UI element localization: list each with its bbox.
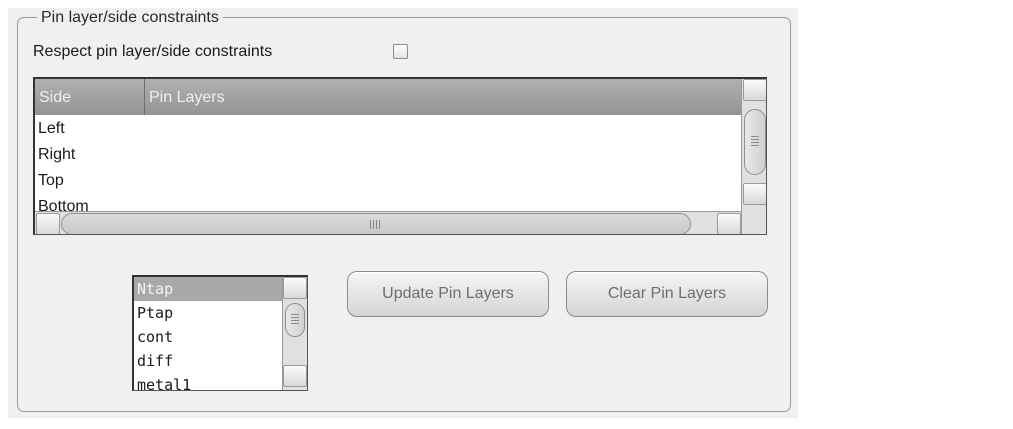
scroll-right-button[interactable] xyxy=(717,213,741,234)
scroll-thumb[interactable] xyxy=(744,109,766,175)
table-vertical-scrollbar[interactable] xyxy=(741,79,766,234)
scroll-left-button[interactable] xyxy=(36,213,60,234)
list-item[interactable]: metal1 xyxy=(134,373,282,390)
table-row[interactable]: Right xyxy=(38,145,75,165)
grip-icon xyxy=(751,136,759,148)
clear-pin-layers-button[interactable]: Clear Pin Layers xyxy=(566,271,768,317)
scroll-down-button[interactable] xyxy=(283,365,307,387)
list-item[interactable]: Ntap xyxy=(134,277,282,301)
table-row[interactable]: Left xyxy=(38,119,65,139)
table-horizontal-scrollbar[interactable] xyxy=(35,211,741,234)
list-item[interactable]: Ptap xyxy=(134,301,282,325)
layer-list-scrollbar[interactable] xyxy=(282,277,307,390)
list-item[interactable]: cont xyxy=(134,325,282,349)
respect-constraints-checkbox[interactable] xyxy=(393,44,408,59)
table-header: Side Pin Layers xyxy=(35,79,741,115)
scroll-up-button[interactable] xyxy=(743,79,766,101)
scroll-thumb[interactable] xyxy=(61,213,691,234)
scroll-up-button[interactable] xyxy=(283,277,307,299)
grip-icon xyxy=(291,314,299,325)
column-header-side[interactable]: Side xyxy=(35,79,145,115)
scroll-down-button[interactable] xyxy=(743,183,766,205)
group-title: Pin layer/side constraints xyxy=(37,8,223,28)
scroll-thumb[interactable] xyxy=(285,303,305,337)
table-row[interactable]: Top xyxy=(38,171,64,191)
column-header-pin-layers[interactable]: Pin Layers xyxy=(145,79,741,115)
layer-list[interactable]: Ntap Ptap cont diff metal1 xyxy=(132,275,308,391)
grip-icon xyxy=(370,220,382,229)
list-item[interactable]: diff xyxy=(134,349,282,373)
update-pin-layers-button[interactable]: Update Pin Layers xyxy=(347,271,549,317)
pin-layers-table: Side Pin Layers Left Right Top Bottom xyxy=(33,77,767,235)
respect-constraints-label: Respect pin layer/side constraints xyxy=(33,43,273,60)
